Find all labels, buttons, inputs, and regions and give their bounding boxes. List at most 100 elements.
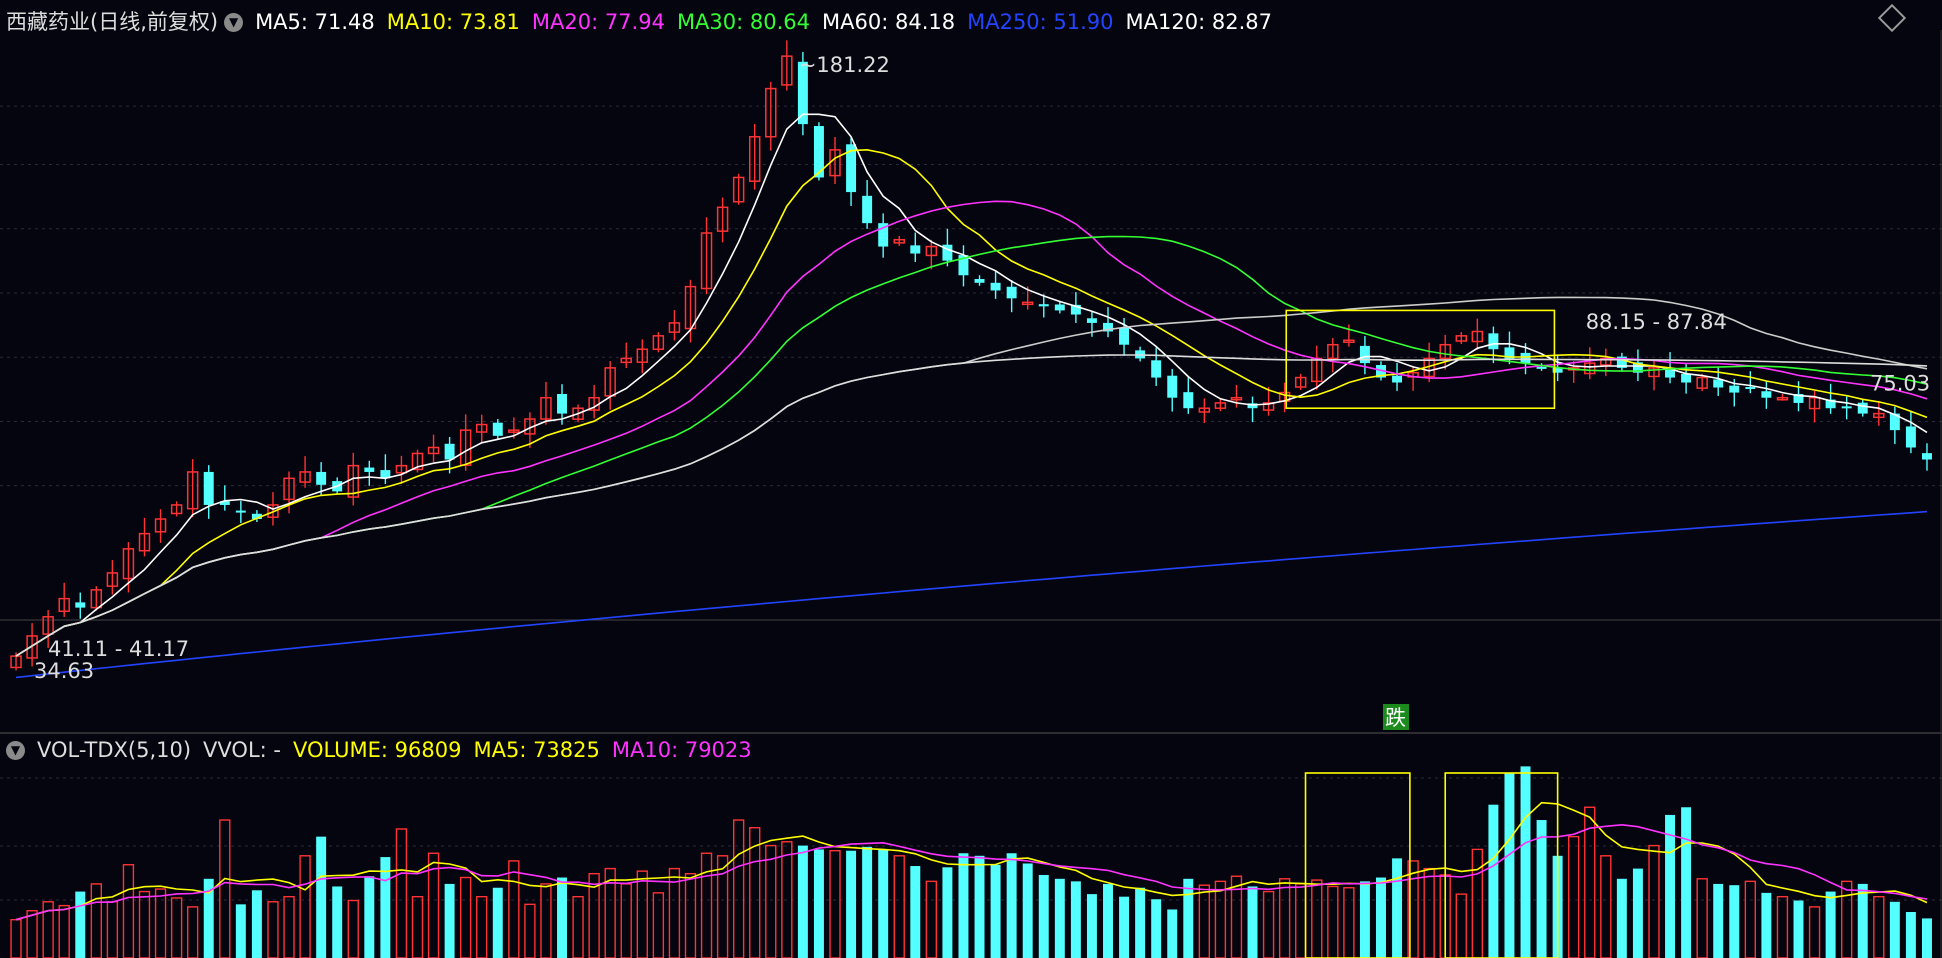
candle-body bbox=[1006, 286, 1017, 299]
volume-bar bbox=[1873, 895, 1885, 958]
volume-bar bbox=[1054, 878, 1065, 958]
volume-bar bbox=[1070, 881, 1081, 958]
volume-bar bbox=[1262, 890, 1275, 958]
candle-body bbox=[1392, 375, 1403, 383]
candle-body bbox=[203, 471, 214, 505]
volume-bar bbox=[1247, 886, 1258, 958]
volume-bar bbox=[1520, 766, 1531, 958]
volume-bar bbox=[1327, 885, 1339, 958]
volume-bar bbox=[990, 864, 1001, 958]
volume-bar bbox=[1825, 891, 1836, 958]
volume-bar bbox=[684, 872, 697, 958]
candle-body bbox=[1167, 375, 1178, 398]
ma20-line bbox=[15, 200, 1928, 657]
volume-bar bbox=[1761, 892, 1772, 958]
volume-bar bbox=[846, 850, 857, 958]
volume-bar bbox=[1086, 894, 1097, 958]
volume-bar bbox=[910, 866, 921, 958]
candle-body bbox=[75, 602, 86, 608]
volume-bar bbox=[1455, 893, 1467, 958]
candle-body bbox=[910, 245, 921, 254]
candle-body bbox=[990, 282, 1001, 291]
volume-bar bbox=[1151, 899, 1162, 958]
volume-bar bbox=[1808, 906, 1821, 958]
volume-bar bbox=[716, 855, 729, 958]
volume-bar bbox=[380, 857, 391, 958]
volume-bar bbox=[283, 895, 295, 958]
volume-bar bbox=[1776, 895, 1789, 958]
volume-bar bbox=[1471, 848, 1484, 958]
volume-bar bbox=[1167, 909, 1178, 958]
volume-bar bbox=[1536, 820, 1547, 958]
high-price-label: ~181.22 bbox=[799, 53, 890, 77]
volume-bar bbox=[925, 880, 938, 958]
volume-bar bbox=[411, 895, 424, 958]
volume-bar bbox=[893, 855, 905, 958]
volume-bar bbox=[26, 910, 38, 958]
volume-bar bbox=[524, 903, 536, 958]
volume-bar bbox=[540, 883, 552, 958]
candle-body bbox=[1520, 352, 1531, 364]
volume-bar bbox=[1038, 874, 1049, 958]
volume-bar bbox=[732, 819, 745, 958]
volume-bar bbox=[557, 877, 567, 958]
volume-bar bbox=[1793, 900, 1804, 958]
volume-bar bbox=[10, 918, 22, 958]
candle-body bbox=[1119, 327, 1130, 345]
volume-bar bbox=[364, 876, 375, 958]
volume-bar bbox=[1359, 881, 1370, 958]
volume-bar bbox=[1921, 918, 1932, 958]
candle-body bbox=[316, 471, 327, 485]
volume-bar bbox=[700, 852, 713, 958]
candle-body bbox=[1183, 392, 1194, 409]
volume-bar bbox=[122, 864, 135, 958]
volume-bar bbox=[299, 855, 311, 958]
volume-bar bbox=[1744, 880, 1757, 958]
candle-body bbox=[1054, 304, 1065, 311]
candle-body bbox=[364, 467, 375, 472]
volume-bar bbox=[170, 897, 183, 958]
candle-body bbox=[1359, 345, 1370, 364]
volume-bar bbox=[1135, 887, 1146, 958]
right-value-label: 75.03 bbox=[1870, 371, 1930, 395]
volume-bar bbox=[444, 883, 455, 958]
volume-bar bbox=[765, 844, 777, 958]
volume-bar bbox=[58, 904, 70, 958]
volume-bar bbox=[1729, 885, 1740, 958]
volume-bar bbox=[652, 892, 665, 958]
right-range-label: 88.15 - 87.84 bbox=[1586, 310, 1727, 334]
volume-bar bbox=[267, 901, 279, 958]
volume-bar bbox=[636, 870, 648, 958]
volume-bar bbox=[1311, 879, 1323, 958]
volume-bar bbox=[492, 887, 503, 958]
volume-bar bbox=[106, 901, 119, 958]
candle-body bbox=[1681, 373, 1692, 383]
volume-bar bbox=[974, 855, 985, 958]
volume-bar bbox=[1632, 868, 1643, 958]
candle-body bbox=[1761, 391, 1772, 398]
candlestick-chart[interactable]: ~181.22 41.11 - 41.1734.63 88.15 - 87.84 75… bbox=[0, 0, 1942, 958]
volume-bar bbox=[1857, 883, 1868, 958]
candle-body bbox=[492, 422, 503, 436]
volume-bar bbox=[1504, 772, 1515, 958]
volume-bar bbox=[958, 853, 969, 958]
candle-body bbox=[1729, 385, 1740, 393]
volume-bar bbox=[459, 876, 472, 958]
candle-body bbox=[1857, 402, 1868, 414]
volume-bar bbox=[1616, 878, 1627, 958]
volume-bar bbox=[1488, 804, 1499, 958]
volume-bar bbox=[1103, 883, 1113, 958]
volume-bar bbox=[138, 890, 151, 958]
ma5-line bbox=[15, 113, 1928, 657]
volume-bar bbox=[395, 828, 408, 958]
volume-bar bbox=[332, 886, 343, 958]
volume-bar bbox=[476, 895, 488, 958]
volume-bar bbox=[316, 836, 327, 958]
volume-bar bbox=[1696, 878, 1708, 958]
volume-bar bbox=[75, 891, 86, 958]
volume-bar bbox=[1889, 901, 1900, 958]
volume-bar bbox=[219, 819, 231, 958]
ma250-line bbox=[15, 510, 1928, 679]
candle-body bbox=[1841, 406, 1852, 409]
candle-body bbox=[1038, 304, 1049, 307]
